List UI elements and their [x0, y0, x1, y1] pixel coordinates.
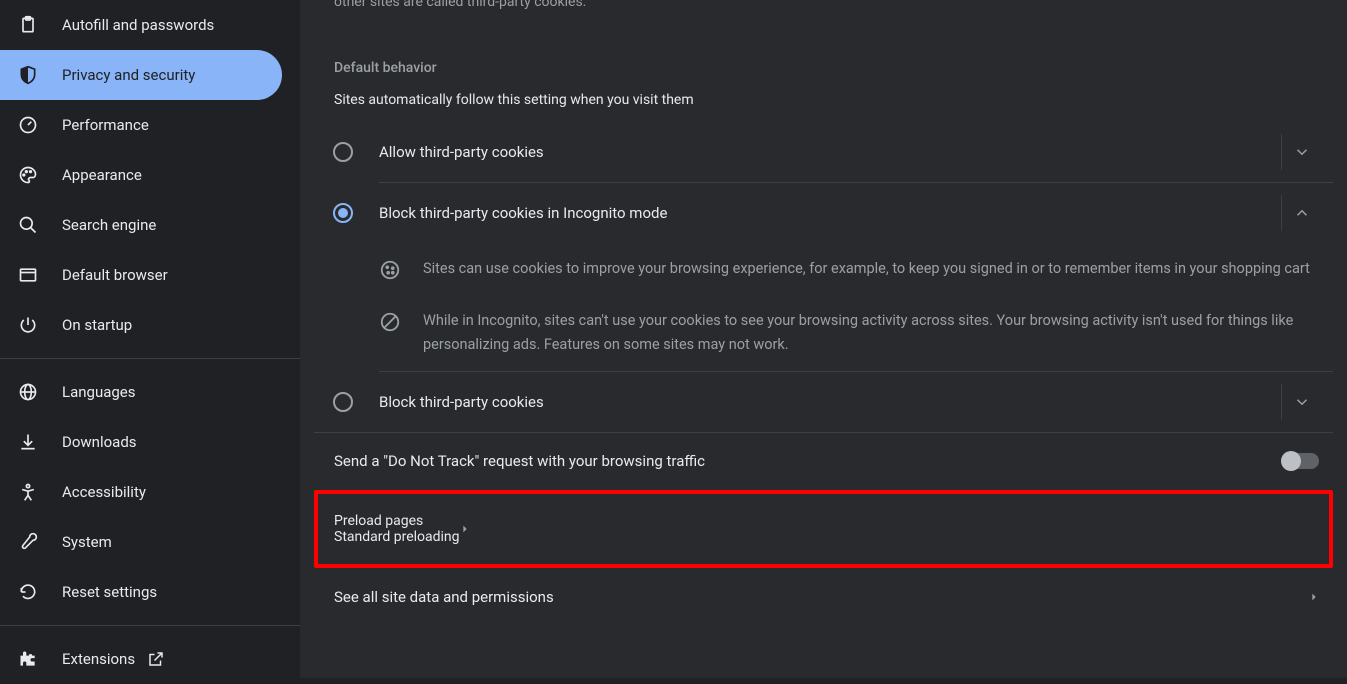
external-link-icon: [147, 650, 165, 668]
sidebar-item-languages[interactable]: Languages: [0, 367, 300, 417]
chevron-right-icon: [460, 524, 470, 534]
collapse-button[interactable]: [1281, 195, 1321, 231]
radio-label: Block third-party cookies: [379, 393, 1333, 411]
setting-title: Send a "Do Not Track" request with your …: [334, 452, 1283, 470]
chevron-right-icon: [1309, 592, 1319, 602]
sidebar-item-label: Default browser: [62, 266, 168, 284]
radio-button[interactable]: [333, 142, 353, 162]
sidebar-item-label: Reset settings: [62, 583, 157, 601]
radio-block-incognito[interactable]: Block third-party cookies in Incognito m…: [314, 183, 1333, 243]
expand-button[interactable]: [1281, 384, 1321, 420]
setting-see-all-data[interactable]: See all site data and permissions: [314, 568, 1333, 626]
sidebar-item-privacy[interactable]: Privacy and security: [0, 50, 282, 100]
clipboard-icon: [18, 15, 38, 35]
sidebar-item-label: Downloads: [62, 433, 137, 451]
radio-label: Allow third-party cookies: [379, 143, 1333, 161]
sidebar-item-accessibility[interactable]: Accessibility: [0, 467, 300, 517]
radio-allow-third-party[interactable]: Allow third-party cookies: [314, 122, 1333, 182]
sidebar-separator: [0, 625, 300, 626]
detail-incognito-block: While in Incognito, sites can't use your…: [314, 295, 1333, 371]
setting-do-not-track[interactable]: Send a "Do Not Track" request with your …: [314, 432, 1333, 490]
sidebar-item-label: Appearance: [62, 166, 142, 184]
reset-icon: [18, 582, 38, 602]
sidebar-item-label: Performance: [62, 116, 149, 134]
expand-button[interactable]: [1281, 134, 1321, 170]
truncated-description: other sites are called third-party cooki…: [314, 0, 1333, 10]
search-icon: [18, 215, 38, 235]
sidebar-item-reset[interactable]: Reset settings: [0, 567, 300, 617]
setting-title: See all site data and permissions: [334, 588, 1309, 606]
gauge-icon: [18, 115, 38, 135]
settings-sidebar: Autofill and passwords Privacy and secur…: [0, 0, 300, 678]
sidebar-item-system[interactable]: System: [0, 517, 300, 567]
sidebar-item-label: Accessibility: [62, 483, 146, 501]
wrench-icon: [18, 532, 38, 552]
settings-main: other sites are called third-party cooki…: [300, 0, 1347, 678]
detail-text: While in Incognito, sites can't use your…: [423, 309, 1313, 357]
shield-icon: [18, 65, 38, 85]
browser-icon: [18, 265, 38, 285]
radio-button[interactable]: [333, 203, 353, 223]
sidebar-item-performance[interactable]: Performance: [0, 100, 300, 150]
detail-cookies-improve: Sites can use cookies to improve your br…: [314, 243, 1333, 295]
sidebar-separator: [0, 358, 300, 359]
radio-block-third-party[interactable]: Block third-party cookies: [314, 372, 1333, 432]
power-icon: [18, 315, 38, 335]
sidebar-item-label: Privacy and security: [62, 66, 195, 84]
cookie-icon: [379, 259, 401, 281]
download-icon: [18, 432, 38, 452]
radio-button[interactable]: [333, 392, 353, 412]
section-heading-default-behavior: Default behavior: [314, 60, 1333, 76]
section-sub-default-behavior: Sites automatically follow this setting …: [314, 92, 1333, 108]
setting-subtitle: Standard preloading: [334, 529, 460, 545]
setting-title: Preload pages: [334, 513, 460, 529]
detail-text: Sites can use cookies to improve your br…: [423, 257, 1310, 281]
accessibility-icon: [18, 482, 38, 502]
sidebar-item-label: Languages: [62, 383, 136, 401]
sidebar-item-appearance[interactable]: Appearance: [0, 150, 300, 200]
sidebar-item-label: Search engine: [62, 216, 156, 234]
sidebar-item-search-engine[interactable]: Search engine: [0, 200, 300, 250]
radio-label: Block third-party cookies in Incognito m…: [379, 204, 1333, 222]
sidebar-item-label: Autofill and passwords: [62, 16, 214, 34]
block-icon: [379, 311, 401, 333]
toggle-do-not-track[interactable]: [1283, 453, 1319, 469]
sidebar-item-label: On startup: [62, 316, 132, 334]
globe-icon: [18, 382, 38, 402]
puzzle-icon: [18, 649, 38, 669]
sidebar-item-on-startup[interactable]: On startup: [0, 300, 300, 350]
sidebar-item-label: Extensions: [62, 650, 135, 668]
sidebar-item-downloads[interactable]: Downloads: [0, 417, 300, 467]
sidebar-item-autofill[interactable]: Autofill and passwords: [0, 0, 300, 50]
sidebar-item-extensions[interactable]: Extensions: [0, 634, 300, 684]
sidebar-item-default-browser[interactable]: Default browser: [0, 250, 300, 300]
setting-preload-pages[interactable]: Preload pages Standard preloading: [314, 490, 1333, 568]
palette-icon: [18, 165, 38, 185]
sidebar-item-label: System: [62, 533, 112, 551]
